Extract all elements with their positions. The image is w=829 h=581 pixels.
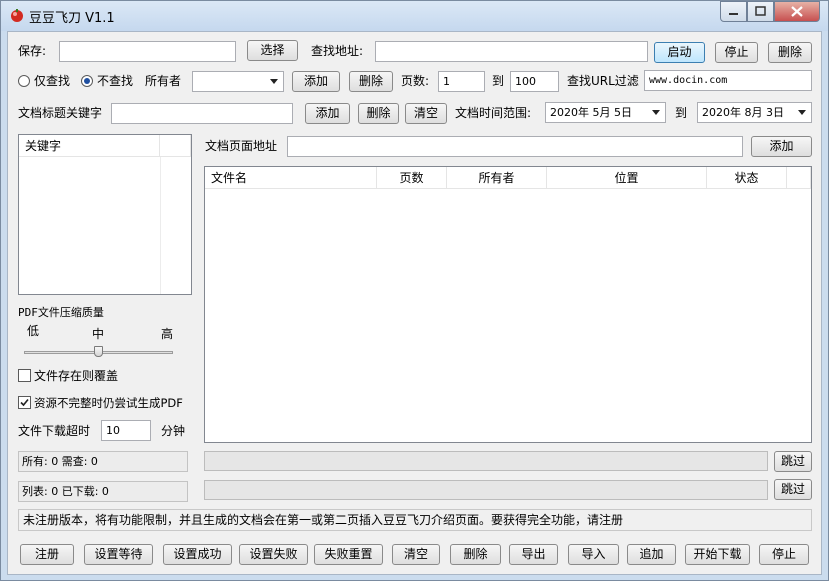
doc-page-input[interactable] <box>287 136 743 157</box>
owner-label: 所有者 <box>145 74 182 88</box>
column-filename[interactable]: 文件名 <box>205 167 377 189</box>
timeout-input[interactable]: 10 <box>101 420 151 441</box>
radio-selected-dot <box>84 78 90 84</box>
save-label: 保存: <box>18 44 47 58</box>
keyword-column-header[interactable]: 关键字 <box>19 135 160 157</box>
keyword-extra-column-header[interactable] <box>160 135 191 157</box>
start-download-button[interactable]: 开始下载 <box>685 544 750 565</box>
url-filter-label: 查找URL过滤 <box>567 74 639 88</box>
timeout-unit-label: 分钟 <box>161 424 186 438</box>
window-title: 豆豆飞刀 V1.1 <box>29 11 115 26</box>
save-path-input[interactable] <box>59 41 236 62</box>
chevron-down-icon <box>270 79 278 84</box>
keyword-column-divider <box>160 157 161 294</box>
file-table[interactable]: 文件名 页数 所有者 位置 状态 <box>204 166 812 443</box>
red-bean-icon <box>11 9 23 22</box>
column-pages[interactable]: 页数 <box>377 167 447 189</box>
pages-label: 页数: <box>401 74 430 88</box>
overwrite-checkbox[interactable] <box>18 369 31 382</box>
clear-list-button[interactable]: 清空 <box>392 544 440 565</box>
minimize-icon <box>729 13 738 15</box>
client-area: 保存: 选择 查找地址: 启动 停止 删除 仅查找 不查找 所有者 添加 删除 … <box>7 31 822 575</box>
start-button[interactable]: 启动 <box>654 42 705 63</box>
progress-bar-1 <box>204 451 768 471</box>
status-counts-1: 所有: 0 需查: 0 <box>18 451 188 472</box>
page-from-input[interactable]: 1 <box>438 71 485 92</box>
append-button[interactable]: 追加 <box>627 544 676 565</box>
owner-select[interactable] <box>192 71 284 92</box>
radio-no-find-label: 不查找 <box>97 74 134 88</box>
app-window: 豆豆飞刀 V1.1 保存: 选择 查找地址: 启动 停止 删除 仅查找 不查找 … <box>0 0 829 581</box>
delete-url-button[interactable]: 删除 <box>768 42 812 63</box>
title-bar[interactable]: 豆豆飞刀 V1.1 <box>1 1 828 31</box>
select-button[interactable]: 选择 <box>247 40 298 61</box>
quality-mid-label: 中 <box>92 327 105 341</box>
date-to-value: 2020年 8月 3日 <box>702 106 784 119</box>
add-owner-button[interactable]: 添加 <box>292 71 340 92</box>
chevron-down-icon <box>652 110 660 115</box>
overwrite-label: 文件存在则覆盖 <box>34 369 119 383</box>
page-to-label: 到 <box>492 74 505 88</box>
keyword-input[interactable] <box>111 103 293 124</box>
doc-page-label: 文档页面地址 <box>205 139 278 153</box>
quality-low-label: 低 <box>27 324 40 338</box>
date-to-label: 到 <box>675 106 688 120</box>
page-to-input[interactable]: 100 <box>510 71 559 92</box>
delete-items-button[interactable]: 删除 <box>450 544 501 565</box>
stop-download-button[interactable]: 停止 <box>759 544 809 565</box>
keyword-label: 文档标题关键字 <box>18 106 103 120</box>
progress-bar-2 <box>204 480 768 500</box>
set-failed-button[interactable]: 设置失败 <box>239 544 308 565</box>
skip-button-1[interactable]: 跳过 <box>774 451 812 472</box>
radio-no-find[interactable] <box>81 75 93 87</box>
date-from-picker[interactable]: 2020年 5月 5日 <box>545 102 666 123</box>
status-counts-2: 列表: 0 已下载: 0 <box>18 481 188 502</box>
date-to-picker[interactable]: 2020年 8月 3日 <box>697 102 812 123</box>
column-status[interactable]: 状态 <box>707 167 787 189</box>
delete-keyword-button[interactable]: 删除 <box>358 103 399 124</box>
column-owner[interactable]: 所有者 <box>447 167 547 189</box>
registration-notice: 未注册版本，将有功能限制，并且生成的文档会在第一或第二页插入豆豆飞刀介绍页面。要… <box>18 509 812 531</box>
checkmark-icon <box>20 398 29 407</box>
add-doc-page-button[interactable]: 添加 <box>751 136 812 157</box>
clear-keyword-button[interactable]: 清空 <box>405 103 447 124</box>
maximize-icon <box>755 6 766 16</box>
delete-owner-button[interactable]: 删除 <box>349 71 393 92</box>
date-from-value: 2020年 5月 5日 <box>550 106 632 119</box>
maximize-button[interactable] <box>747 1 774 22</box>
quality-slider-thumb[interactable] <box>93 346 103 357</box>
close-button[interactable] <box>774 1 820 22</box>
set-success-button[interactable]: 设置成功 <box>163 544 232 565</box>
export-button[interactable]: 导出 <box>509 544 558 565</box>
quality-high-label: 高 <box>161 327 174 341</box>
incomplete-pdf-label: 资源不完整时仍尝试生成PDF <box>34 396 183 410</box>
register-button[interactable]: 注册 <box>20 544 74 565</box>
incomplete-pdf-checkbox[interactable] <box>18 396 31 409</box>
chevron-down-icon <box>798 110 806 115</box>
radio-only-find-label: 仅查找 <box>34 74 71 88</box>
find-url-input[interactable] <box>375 41 648 62</box>
column-location[interactable]: 位置 <box>547 167 707 189</box>
minimize-button[interactable] <box>720 1 747 22</box>
set-waiting-button[interactable]: 设置等待 <box>84 544 153 565</box>
find-url-label: 查找地址: <box>311 44 364 58</box>
close-icon <box>791 6 803 17</box>
keyword-list[interactable]: 关键字 <box>18 134 192 295</box>
add-keyword-button[interactable]: 添加 <box>305 103 350 124</box>
pdf-quality-title: PDF文件压缩质量 <box>18 306 104 319</box>
import-button[interactable]: 导入 <box>568 544 619 565</box>
skip-button-2[interactable]: 跳过 <box>774 479 812 500</box>
column-filler <box>787 167 811 189</box>
radio-only-find[interactable] <box>18 75 30 87</box>
date-range-label: 文档时间范围: <box>455 106 532 120</box>
reset-failed-button[interactable]: 失败重置 <box>314 544 383 565</box>
url-filter-input[interactable]: www.docin.com <box>644 70 812 91</box>
stop-button[interactable]: 停止 <box>715 42 758 63</box>
timeout-label: 文件下载超时 <box>18 424 91 438</box>
